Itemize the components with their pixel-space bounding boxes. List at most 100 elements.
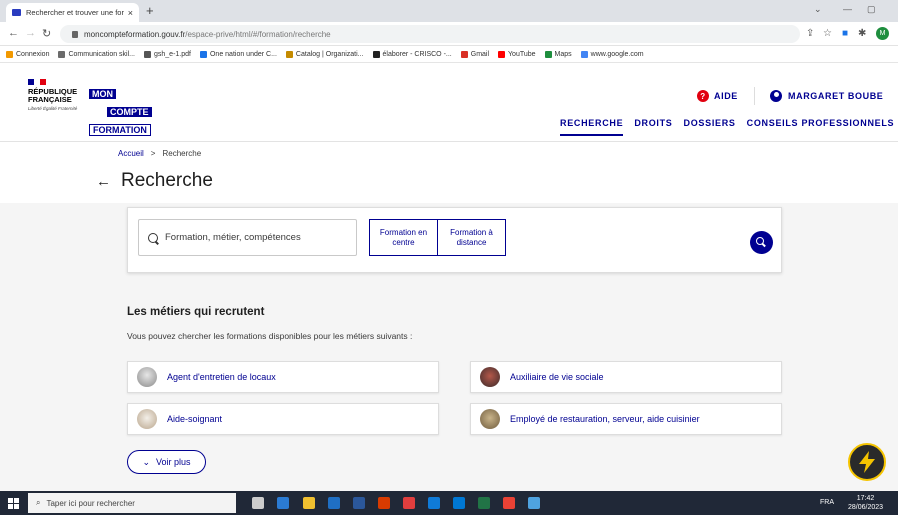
job-label: Agent d'entretien de locaux	[167, 372, 276, 382]
bookmark-item[interactable]: Connexion	[6, 50, 49, 58]
browser-toolbar: ← → ↻ moncompteformation.gouv.fr /espace…	[0, 22, 898, 46]
job-label: Employé de restauration, serveur, aide c…	[510, 414, 700, 424]
search-card: Formation, métier, compétences Formation…	[127, 207, 782, 273]
bookmark-label: Catalog | Organizati...	[295, 50, 364, 58]
bookmark-item[interactable]: One nation under C...	[199, 50, 277, 58]
taskbar-app-icon[interactable]	[528, 497, 540, 509]
voir-plus-button[interactable]: ⌄ Voir plus	[127, 450, 206, 474]
nav-recherche[interactable]: RECHERCHE	[560, 118, 624, 136]
help-icon: ?	[697, 90, 709, 102]
nav-dossiers[interactable]: DOSSIERS	[684, 118, 736, 136]
bookmark-item[interactable]: Catalog | Organizati...	[285, 50, 364, 58]
search-button[interactable]	[750, 231, 773, 254]
rf-motto: Liberté Égalité Fraternité	[28, 106, 78, 111]
breadcrumb-separator-icon: >	[150, 149, 156, 158]
taskbar-app-icon[interactable]	[277, 497, 289, 509]
bookmark-icon	[285, 50, 293, 58]
bookmark-icon	[580, 50, 588, 58]
bookmark-icon	[58, 50, 66, 58]
back-icon[interactable]: ←	[8, 27, 19, 39]
windows-taskbar: ⌕ Taper ici pour rechercher FRA 17:42 28…	[0, 491, 898, 515]
help-label: AIDE	[714, 91, 738, 101]
bookmark-label: Gmail	[470, 50, 490, 58]
taskbar-search-icon: ⌕	[36, 498, 41, 507]
chevron-down-icon: ⌄	[142, 456, 150, 467]
mcf-line2: COMPTE	[107, 107, 152, 117]
formation-a-distance-option[interactable]: Formation à distance	[437, 220, 505, 255]
extension-icon[interactable]: ■	[842, 28, 848, 39]
bookmark-icon	[372, 50, 380, 58]
taskbar-app-icon[interactable]	[378, 497, 390, 509]
reload-icon[interactable]: ↻	[42, 27, 51, 40]
back-arrow-icon[interactable]: ←	[96, 173, 111, 190]
bookmark-item[interactable]: www.google.com	[580, 50, 644, 58]
tab-close-button[interactable]: ×	[128, 8, 133, 18]
user-icon	[770, 90, 782, 102]
bookmark-icon	[544, 50, 552, 58]
bookmark-item[interactable]: Gmail	[460, 50, 490, 58]
rf-line2: FRANÇAISE	[28, 94, 72, 104]
search-icon	[148, 232, 158, 243]
formation-en-centre-option[interactable]: Formation en centre	[370, 220, 437, 255]
mcf-line3: FORMATION	[89, 124, 151, 136]
chrome-icon[interactable]	[503, 497, 515, 509]
bookmark-label: Maps	[554, 50, 572, 58]
browser-tab-bar: Rechercher et trouver une forma × + ⌄ — …	[0, 0, 898, 22]
bookmark-item[interactable]: gsh_e-1.pdf	[144, 50, 191, 58]
minimize-button[interactable]: —	[843, 4, 852, 14]
word-icon[interactable]	[353, 497, 365, 509]
search-placeholder: Formation, métier, compétences	[165, 232, 301, 243]
input-language[interactable]: FRA	[820, 499, 834, 506]
assistant-lightning-button[interactable]	[848, 443, 886, 481]
bookmark-icon	[6, 50, 13, 58]
job-card-agent-entretien[interactable]: Agent d'entretien de locaux	[127, 361, 439, 393]
bookmark-icon	[144, 50, 151, 58]
breadcrumb-home[interactable]: Accueil	[118, 149, 144, 158]
bookmark-item[interactable]: YouTube	[498, 50, 536, 58]
new-tab-button[interactable]: +	[146, 3, 154, 18]
browser-tab[interactable]: Rechercher et trouver une forma ×	[6, 3, 139, 22]
system-clock[interactable]: 17:42 28/06/2023	[848, 494, 883, 512]
job-card-auxiliaire-vie[interactable]: Auxiliaire de vie sociale	[470, 361, 782, 393]
forward-icon[interactable]: →	[25, 27, 36, 39]
mcf-line1: MON	[89, 89, 116, 99]
address-bar[interactable]: moncompteformation.gouv.fr /espace-prive…	[60, 25, 800, 43]
nav-conseils-professionnels[interactable]: CONSEILS PROFESSIONNELS	[747, 118, 895, 136]
job-photo	[480, 367, 500, 387]
bookmark-item[interactable]: Communication skil...	[58, 50, 135, 58]
file-explorer-icon[interactable]	[303, 497, 315, 509]
url-path: /espace-prive/html/#/formation/recherche	[185, 29, 331, 39]
edge-icon[interactable]	[428, 497, 440, 509]
excel-icon[interactable]	[478, 497, 490, 509]
bookmark-label: Communication skil...	[68, 50, 135, 58]
user-account-link[interactable]: MARGARET BOUBE	[770, 90, 883, 102]
nav-droits[interactable]: DROITS	[634, 118, 672, 136]
clock-date: 28/06/2023	[848, 504, 884, 511]
share-icon[interactable]: ⇪	[806, 28, 814, 39]
maximize-button[interactable]: ▢	[867, 4, 876, 15]
search-input[interactable]: Formation, métier, compétences	[138, 219, 357, 256]
mon-compte-formation-logo[interactable]: MON COMPTE FORMATION	[89, 84, 153, 138]
profile-avatar[interactable]: M	[876, 27, 889, 40]
bookmark-icon	[460, 50, 468, 58]
jobs-section-title: Les métiers qui recrutent	[127, 306, 265, 318]
bookmark-label: YouTube	[508, 50, 536, 58]
search-button-icon	[756, 237, 764, 245]
task-view-icon[interactable]	[252, 497, 264, 509]
taskbar-search-input[interactable]: ⌕ Taper ici pour rechercher	[28, 493, 236, 513]
taskbar-app-icon[interactable]	[328, 497, 340, 509]
breadcrumb-current: Recherche	[162, 149, 202, 158]
job-card-employe-restauration[interactable]: Employé de restauration, serveur, aide c…	[470, 403, 782, 435]
bookmark-label: gsh_e-1.pdf	[154, 50, 191, 58]
windows-start-icon[interactable]	[8, 498, 19, 509]
help-link[interactable]: ? AIDE	[697, 90, 738, 102]
extensions-puzzle-icon[interactable]: ✱	[858, 28, 866, 39]
bookmark-star-icon[interactable]: ☆	[823, 28, 832, 39]
bookmark-item[interactable]: élaborer - CRISCO -...	[372, 50, 452, 58]
republique-francaise-logo[interactable]: RÉPUBLIQUE FRANÇAISE Liberté Égalité Fra…	[28, 79, 83, 111]
taskbar-app-icon[interactable]	[403, 497, 415, 509]
tab-search-icon[interactable]: ⌄	[814, 4, 822, 15]
bookmark-item[interactable]: Maps	[544, 50, 572, 58]
job-card-aide-soignant[interactable]: Aide-soignant	[127, 403, 439, 435]
mail-icon[interactable]	[453, 497, 465, 509]
